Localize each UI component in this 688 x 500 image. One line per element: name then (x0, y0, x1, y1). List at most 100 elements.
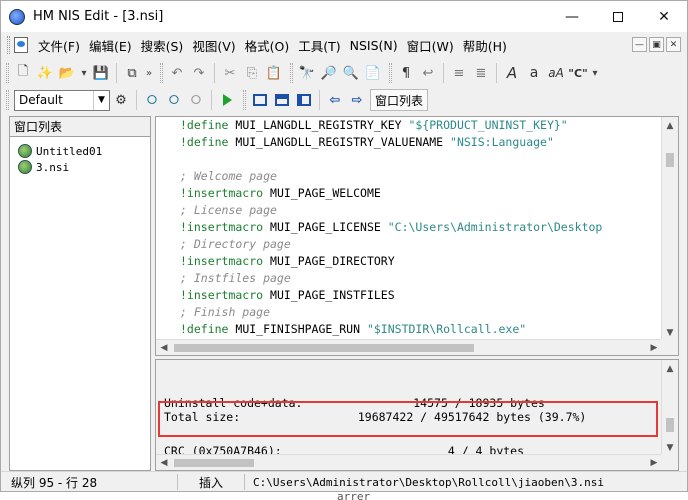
chevron-down-icon[interactable]: ▼ (93, 90, 109, 110)
menu-file[interactable]: 文件(F) (34, 36, 84, 55)
find-next-icon[interactable]: 🔎 (318, 62, 340, 84)
toolbar-separator (496, 63, 497, 83)
cascade-windows-icon[interactable] (249, 89, 271, 111)
tile-vertical-icon[interactable] (293, 89, 315, 111)
mdi-minimize-button[interactable]: — (632, 37, 647, 52)
toolbar-separator (214, 63, 215, 83)
code-line: ; License page (180, 202, 662, 219)
stop-compile-icon[interactable]: ⭘ (185, 89, 207, 111)
output-vscroll-thumb[interactable] (666, 418, 674, 432)
pilcrow-icon[interactable]: ¶ (395, 62, 417, 84)
file-list-item[interactable]: 3.nsi (18, 159, 142, 175)
word-wrap-icon[interactable]: ↩ (417, 62, 439, 84)
cut-icon[interactable]: ✂ (219, 62, 241, 84)
code-token: ; Welcome page (180, 169, 277, 183)
toolbar-grip[interactable] (290, 63, 293, 83)
settings-gear-icon[interactable]: ⚙ (110, 89, 132, 111)
compile-run-icon[interactable]: ⭘ (163, 89, 185, 111)
tile-h-shape (275, 94, 289, 106)
save-all-icon[interactable]: ⧉ (121, 62, 143, 84)
scroll-left-icon[interactable]: ◀ (156, 340, 172, 355)
background-window-text: arrer (337, 490, 371, 500)
toolbar-grip[interactable] (6, 63, 9, 83)
output-horizontal-scrollbar[interactable]: ◀ ▶ (156, 454, 662, 470)
font-italic-icon[interactable]: aA (545, 62, 567, 84)
compiler-output-panel[interactable]: Uninstall code+data: 14575 / 18935 bytes… (155, 359, 679, 471)
menu-format[interactable]: 格式(O) (241, 36, 294, 55)
find-icon[interactable]: 🔭 (296, 62, 318, 84)
profile-select-value: Default (19, 93, 63, 107)
mdi-controls: — ▣ ✕ (632, 37, 681, 52)
menu-edit[interactable]: 编辑(E) (85, 36, 136, 55)
code-editor[interactable]: !define MUI_LANGDLL_REGISTRY_KEY "${PROD… (155, 116, 679, 356)
scroll-up-icon[interactable]: ▲ (662, 360, 678, 377)
scroll-right-icon[interactable]: ▶ (646, 340, 662, 355)
toolbar-grip[interactable] (6, 90, 9, 110)
toolbar-overflow-icon[interactable]: ▾ (589, 68, 601, 79)
toolbar-grip[interactable] (160, 63, 163, 83)
title-bar[interactable]: HM NIS Edit - [3.nsi] — ✕ (1, 1, 687, 32)
copy-icon[interactable]: ⎘ (241, 62, 263, 84)
save-icon[interactable]: 💾 (90, 62, 112, 84)
mdi-close-button[interactable]: ✕ (666, 37, 681, 52)
code-text-area[interactable]: !define MUI_LANGDLL_REGISTRY_KEY "${PROD… (156, 117, 662, 343)
code-token: !define (180, 135, 229, 149)
code-token: ; Instfiles page (180, 271, 291, 285)
editor-hscroll-thumb[interactable] (174, 344, 474, 352)
code-line: ; Welcome page (180, 168, 662, 185)
editor-horizontal-scrollbar[interactable]: ◀ ▶ (156, 339, 662, 355)
outdent-icon[interactable]: ≣ (470, 62, 492, 84)
previous-window-icon[interactable]: ⇦ (324, 89, 346, 111)
toolbar-separator (136, 90, 137, 110)
new-file-icon[interactable]: 🗋 (12, 62, 34, 84)
menu-view[interactable]: 视图(V) (188, 36, 239, 55)
compile-icon[interactable]: ⭘ (141, 89, 163, 111)
menu-help[interactable]: 帮助(H) (459, 36, 511, 55)
menu-grip-handle[interactable] (7, 36, 10, 54)
menu-window[interactable]: 窗口(W) (403, 36, 458, 55)
code-token: "C:\Users\Administrator\Desktop (387, 220, 603, 234)
minimize-button[interactable]: — (549, 1, 595, 32)
maximize-button[interactable] (595, 1, 641, 32)
open-dropdown-icon[interactable]: ▾ (78, 68, 90, 79)
window-list-button[interactable]: 窗口列表 (370, 89, 429, 111)
run-play-icon[interactable] (216, 89, 238, 111)
profile-select[interactable]: Default ▼ (14, 89, 110, 111)
code-line: ; Directory page (180, 236, 662, 253)
document-icon[interactable] (14, 37, 28, 53)
toolbar-grip[interactable] (389, 63, 392, 83)
code-line: !insertmacro MUI_PAGE_LICENSE "C:\Users\… (180, 219, 662, 236)
file-list-item[interactable]: Untitled01 (18, 143, 142, 159)
font-large-icon[interactable]: A (501, 62, 523, 84)
menu-nsis[interactable]: NSIS(N) (346, 38, 402, 53)
close-button[interactable]: ✕ (641, 1, 687, 32)
code-line: !insertmacro MUI_PAGE_WELCOME (180, 185, 662, 202)
output-hscroll-thumb[interactable] (174, 459, 254, 467)
scroll-right-icon[interactable]: ▶ (646, 455, 662, 470)
toolbar-overflow-icon[interactable]: » (143, 68, 155, 79)
scroll-left-icon[interactable]: ◀ (156, 455, 172, 470)
indent-icon[interactable]: ≡ (448, 62, 470, 84)
tile-horizontal-icon[interactable] (271, 89, 293, 111)
editor-vscroll-thumb[interactable] (666, 153, 674, 167)
editor-vertical-scrollbar[interactable]: ▲ ▼ (661, 117, 678, 341)
open-folder-icon[interactable]: 📂 (56, 62, 78, 84)
goto-line-icon[interactable]: 📄 (362, 62, 384, 84)
scroll-up-icon[interactable]: ▲ (662, 117, 678, 134)
window-list-panel-title: 窗口列表 (10, 117, 150, 137)
output-vertical-scrollbar[interactable]: ▲ ▼ (661, 360, 678, 456)
mdi-restore-button[interactable]: ▣ (649, 37, 664, 52)
undo-icon[interactable]: ↶ (166, 62, 188, 84)
new-wizard-icon[interactable]: ✨ (34, 62, 56, 84)
paste-icon[interactable]: 📋 (263, 62, 285, 84)
quote-c-icon[interactable]: "C" (567, 62, 589, 84)
replace-icon[interactable]: 🔍 (340, 62, 362, 84)
next-window-icon[interactable]: ⇨ (346, 89, 368, 111)
menu-search[interactable]: 搜索(S) (137, 36, 188, 55)
code-line: !define MUI_LANGDLL_REGISTRY_KEY "${PROD… (180, 117, 662, 134)
redo-icon[interactable]: ↷ (188, 62, 210, 84)
menu-tools[interactable]: 工具(T) (294, 36, 344, 55)
code-line: !insertmacro MUI_PAGE_DIRECTORY (180, 253, 662, 270)
toolbar-grip[interactable] (243, 90, 246, 110)
font-small-icon[interactable]: a (523, 62, 545, 84)
